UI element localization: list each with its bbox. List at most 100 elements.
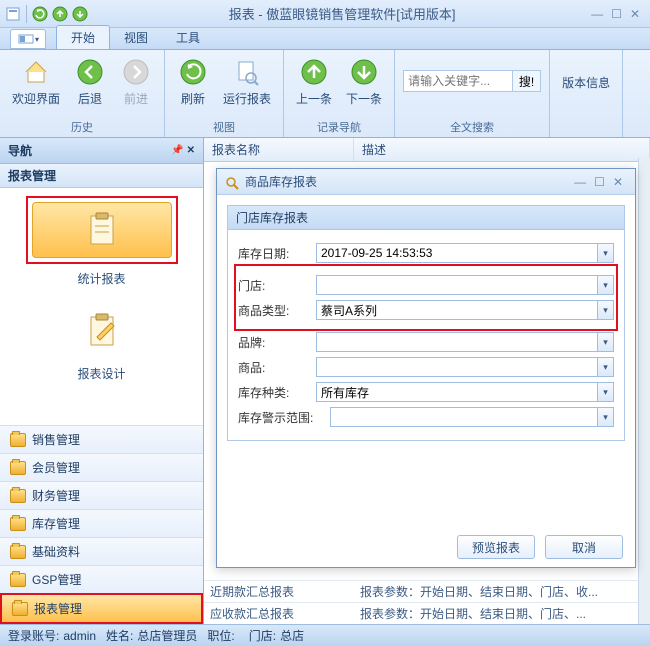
arrow-up-icon — [298, 56, 330, 88]
status-role-label: 职位: — [207, 627, 234, 644]
dialog-body: 门店库存报表 库存日期:▾ 门店:▾ 商品类型:▾ 品牌:▾ 商品:▾ 库存种类… — [217, 195, 635, 527]
refresh-button[interactable]: 刷新 — [173, 54, 213, 109]
nav-tile-stat[interactable]: 统计报表 — [0, 188, 203, 295]
status-store-label: 门店: — [249, 627, 276, 644]
product-type-label: 商品类型: — [238, 302, 316, 319]
col-report-name[interactable]: 报表名称 — [204, 138, 354, 161]
grid-header: 报表名称 描述 — [204, 138, 650, 162]
app-menu-button[interactable]: ▾ — [10, 29, 46, 49]
brand-input[interactable] — [316, 332, 598, 352]
cancel-button[interactable]: 取消 — [545, 535, 623, 559]
version-info-button[interactable]: 版本信息 — [558, 72, 614, 93]
store-input[interactable] — [316, 275, 598, 295]
warn-range-label: 库存警示范围: — [238, 409, 330, 426]
back-button[interactable]: 后退 — [70, 54, 110, 109]
ribbon-group-version: 版本信息 — [550, 50, 623, 137]
qat-refresh-icon[interactable] — [31, 5, 49, 23]
maximize-icon[interactable]: ☐ — [611, 7, 622, 21]
chevron-down-icon[interactable]: ▾ — [598, 332, 614, 352]
folder-icon — [10, 573, 26, 587]
pin-icon[interactable]: 📌 ✕ — [171, 145, 195, 156]
clipboard-edit-icon — [87, 313, 117, 349]
date-input[interactable] — [316, 243, 598, 263]
search-input[interactable] — [403, 70, 513, 92]
dialog-icon — [225, 174, 241, 190]
nav-item-inventory[interactable]: 库存管理 — [0, 509, 203, 537]
dialog-buttons: 预览报表 取消 — [217, 527, 635, 567]
status-account: admin — [63, 629, 96, 643]
report-run-icon — [231, 56, 263, 88]
product-input[interactable] — [316, 357, 598, 377]
status-name: 总店管理员 — [137, 627, 197, 644]
quick-access-toolbar — [0, 5, 93, 23]
chevron-down-icon[interactable]: ▾ — [598, 243, 614, 263]
table-row[interactable]: 应收款汇总报表报表参数：开始日期、结束日期、门店、... — [204, 602, 638, 624]
chevron-down-icon[interactable]: ▾ — [598, 382, 614, 402]
status-store: 总店 — [280, 627, 304, 644]
folder-icon — [10, 433, 26, 447]
next-record-button[interactable]: 下一条 — [342, 54, 386, 109]
nav-item-sales[interactable]: 销售管理 — [0, 425, 203, 453]
tab-tools[interactable]: 工具 — [162, 26, 214, 49]
ribbon-group-search: 搜! 全文搜索 — [395, 50, 550, 137]
run-report-button[interactable]: 运行报表 — [219, 54, 275, 109]
dialog-form: 库存日期:▾ 门店:▾ 商品类型:▾ 品牌:▾ 商品:▾ 库存种类:▾ 库存警示… — [227, 230, 625, 441]
inventory-report-dialog: 商品库存报表 — ☐ ✕ 门店库存报表 库存日期:▾ 门店:▾ 商品类型:▾ 品… — [216, 168, 636, 568]
window-controls: — ☐ ✕ — [591, 7, 650, 21]
folder-icon — [12, 602, 28, 616]
nav-panel-header: 导航 📌 ✕ — [0, 138, 203, 164]
stock-kind-input[interactable] — [316, 382, 598, 402]
ribbon-group-view: 刷新 运行报表 视图 — [165, 50, 284, 137]
nav-category-list: 销售管理 会员管理 财务管理 库存管理 基础资料 GSP管理 报表管理 — [0, 425, 203, 624]
app-icon — [4, 5, 22, 23]
chevron-down-icon[interactable]: ▾ — [598, 275, 614, 295]
ribbon-group-nav: 上一条 下一条 记录导航 — [284, 50, 395, 137]
nav-tile-design[interactable]: 报表设计 — [0, 295, 203, 390]
forward-button[interactable]: 前进 — [116, 54, 156, 109]
close-icon[interactable]: ✕ — [630, 7, 640, 21]
product-label: 商品: — [238, 359, 316, 376]
dialog-close-icon[interactable]: ✕ — [609, 175, 627, 189]
statusbar: 登录账号: admin 姓名: 总店管理员 职位: 门店: 总店 — [0, 624, 650, 646]
ribbon-tabstrip: ▾ 开始 视图 工具 — [0, 28, 650, 50]
warn-range-input[interactable] — [330, 407, 598, 427]
dialog-maximize-icon[interactable]: ☐ — [590, 175, 609, 189]
forward-icon — [120, 56, 152, 88]
chevron-down-icon[interactable]: ▾ — [598, 357, 614, 377]
store-label: 门店: — [238, 277, 316, 294]
col-description[interactable]: 描述 — [354, 138, 650, 161]
tab-start[interactable]: 开始 — [56, 25, 110, 49]
table-row[interactable]: 近期款汇总报表报表参数：开始日期、结束日期、门店、收... — [204, 580, 638, 602]
nav-item-reports[interactable]: 报表管理 — [0, 593, 203, 624]
qat-next-icon[interactable] — [71, 5, 89, 23]
vertical-scrollbar[interactable] — [638, 158, 650, 624]
qat-prev-icon[interactable] — [51, 5, 69, 23]
chevron-down-icon[interactable]: ▾ — [598, 407, 614, 427]
folder-icon — [10, 517, 26, 531]
nav-item-member[interactable]: 会员管理 — [0, 453, 203, 481]
prev-record-button[interactable]: 上一条 — [292, 54, 336, 109]
date-label: 库存日期: — [238, 245, 316, 262]
minimize-icon[interactable]: — — [591, 7, 603, 21]
nav-item-gsp[interactable]: GSP管理 — [0, 565, 203, 593]
nav-item-finance[interactable]: 财务管理 — [0, 481, 203, 509]
search-button[interactable]: 搜! — [513, 70, 541, 92]
dialog-titlebar[interactable]: 商品库存报表 — ☐ ✕ — [217, 169, 635, 195]
ribbon-group-history: 欢迎界面 后退 前进 历史 — [0, 50, 165, 137]
fieldset-title: 门店库存报表 — [227, 205, 625, 230]
product-type-input[interactable] — [316, 300, 598, 320]
dialog-title: 商品库存报表 — [245, 173, 317, 190]
folder-icon — [10, 545, 26, 559]
status-account-label: 登录账号: — [8, 627, 59, 644]
welcome-button[interactable]: 欢迎界面 — [8, 54, 64, 109]
tab-view[interactable]: 视图 — [110, 26, 162, 49]
arrow-down-icon — [348, 56, 380, 88]
folder-icon — [10, 461, 26, 475]
preview-report-button[interactable]: 预览报表 — [457, 535, 535, 559]
chevron-down-icon[interactable]: ▾ — [598, 300, 614, 320]
status-name-label: 姓名: — [106, 627, 133, 644]
stock-kind-label: 库存种类: — [238, 384, 316, 401]
dialog-minimize-icon[interactable]: — — [570, 175, 590, 189]
window-title: 报表 - 傲蓝眼镜销售管理软件[试用版本] — [93, 4, 591, 23]
nav-item-basedata[interactable]: 基础资料 — [0, 537, 203, 565]
